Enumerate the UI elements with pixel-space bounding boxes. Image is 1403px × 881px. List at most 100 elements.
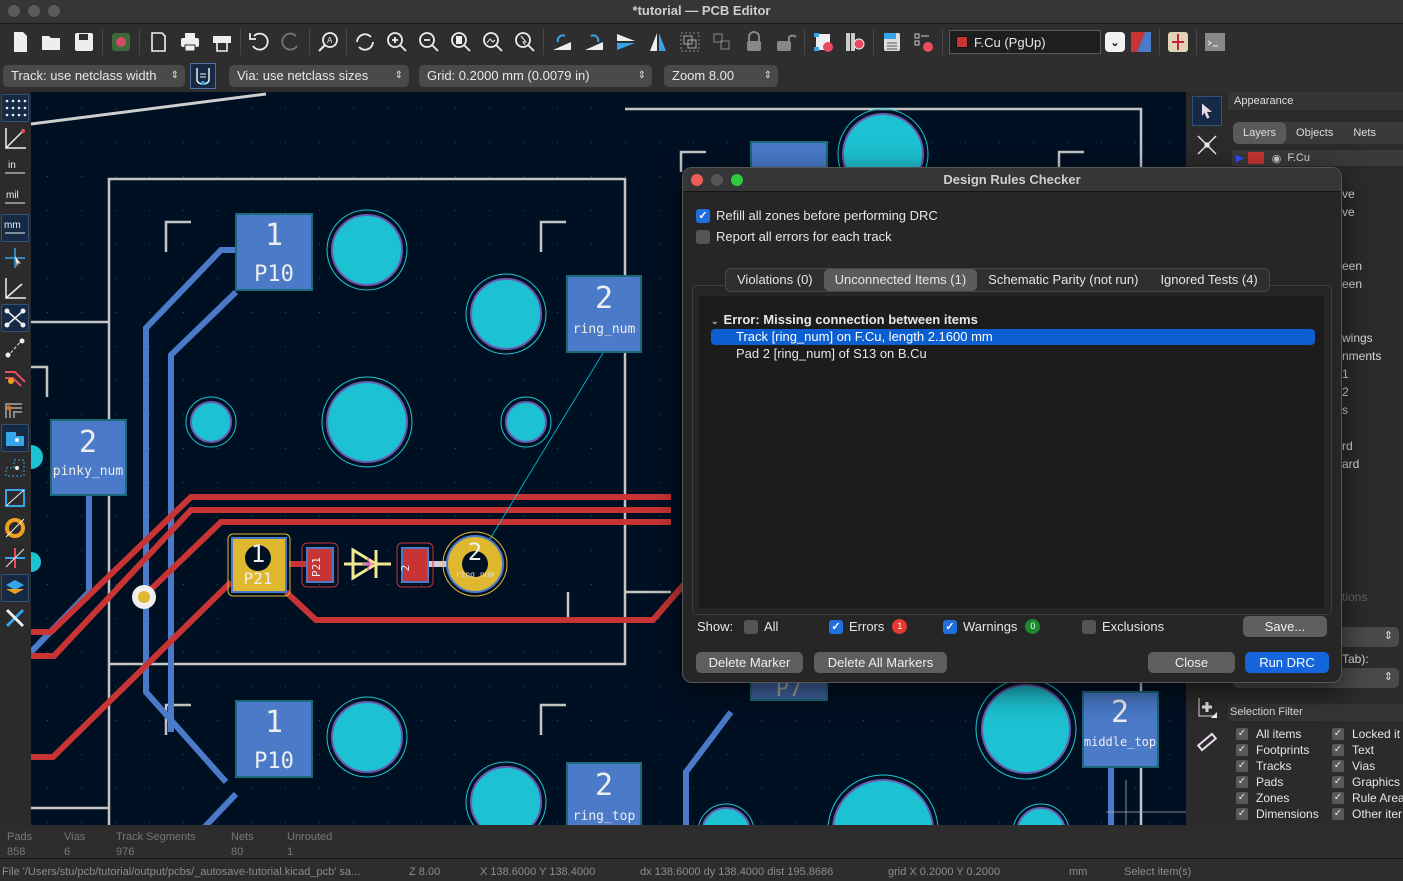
curved-ratsnest-icon[interactable] [1, 334, 29, 362]
pad-fill-icon[interactable] [1, 424, 29, 452]
checkbox-checked[interactable]: ✓ [1332, 760, 1344, 772]
measure-tool-icon[interactable] [1192, 727, 1222, 757]
select-tool-icon[interactable] [1192, 96, 1222, 126]
pad-p10-top[interactable]: 1 P10 [235, 213, 313, 291]
list-item-track[interactable]: Track [ring_num] on F.Cu, length 2.1600 … [711, 329, 1315, 345]
show-all-checkbox[interactable] [744, 619, 758, 634]
mils-icon[interactable]: mil [1, 184, 29, 212]
pad-pinky-num[interactable]: 2 pinky_num [50, 419, 127, 496]
report-all-errors-option[interactable]: Report all errors for each track [696, 229, 892, 244]
tab-violations[interactable]: Violations (0) [726, 269, 824, 291]
redo-icon[interactable] [275, 27, 307, 57]
save-button[interactable]: Save... [1243, 616, 1327, 637]
via-outline-icon[interactable] [1, 514, 29, 542]
polar-coords-icon[interactable] [1, 124, 29, 152]
filter-tracks[interactable]: ✓ Tracks [1236, 759, 1292, 773]
show-warnings-checkbox[interactable]: ✓ [943, 619, 957, 634]
zoom-objects-icon[interactable] [477, 27, 509, 57]
layer-manager-icon[interactable] [1, 574, 29, 602]
checkbox-checked[interactable]: ✓ [1332, 792, 1344, 804]
tab-schematic-parity[interactable]: Schematic Parity (not run) [977, 269, 1149, 291]
checkbox-checked[interactable]: ✓ [1236, 728, 1248, 740]
zoom-select[interactable]: Zoom 8.00 ⇕ [664, 65, 778, 87]
minimize-window-button[interactable] [28, 5, 40, 17]
millimeters-icon[interactable]: mm [1, 214, 29, 242]
layer-pair-icon[interactable] [1125, 27, 1157, 57]
checkbox-checked[interactable]: ✓ [1236, 760, 1248, 772]
zoom-window-button[interactable] [48, 5, 60, 17]
filter-other-items[interactable]: ✓ Other iter [1332, 807, 1402, 821]
filter-text[interactable]: ✓ Text [1332, 743, 1374, 757]
filter-footprints[interactable]: ✓ Footprints [1236, 743, 1309, 757]
zoom-selection-icon[interactable] [509, 27, 541, 57]
refresh-icon[interactable] [349, 27, 381, 57]
via[interactable] [132, 585, 156, 609]
inches-icon[interactable]: in [1, 154, 29, 182]
error-group-row[interactable]: ⌄ Error: Missing connection between items [711, 312, 978, 328]
footprint-editor-icon[interactable] [807, 27, 839, 57]
grid-origin-icon[interactable] [1192, 693, 1222, 723]
dialog-close-button[interactable] [691, 174, 703, 186]
lock-icon[interactable] [738, 27, 770, 57]
close-window-button[interactable] [8, 5, 20, 17]
layer-selector[interactable]: F.Cu (PgUp) [949, 30, 1101, 54]
flip-icon[interactable] [610, 27, 642, 57]
ungroup-icon[interactable] [706, 27, 738, 57]
filter-graphics[interactable]: ✓ Graphics [1332, 775, 1400, 789]
checkbox-checked[interactable]: ✓ [1332, 776, 1344, 788]
checkbox-checked[interactable]: ✓ [1332, 744, 1344, 756]
save-icon[interactable] [68, 27, 100, 57]
close-button[interactable]: Close [1148, 652, 1235, 673]
dialog-zoom-button[interactable] [731, 174, 743, 186]
refill-zones-checkbox[interactable]: ✓ [696, 208, 710, 223]
track-highlight-icon[interactable] [1, 364, 29, 392]
layer-color-swatch[interactable] [1247, 152, 1264, 164]
show-exclusions-checkbox[interactable] [1082, 619, 1096, 634]
filter-dimensions[interactable]: ✓ Dimensions [1236, 807, 1319, 821]
checkbox-checked[interactable]: ✓ [1332, 808, 1344, 820]
local-ratsnest-icon[interactable] [1192, 130, 1222, 160]
chevron-down-icon[interactable]: ⌄ [1105, 32, 1125, 52]
unlock-icon[interactable] [770, 27, 802, 57]
show-warnings-option[interactable]: ✓ Warnings 0 [943, 619, 1041, 634]
board-setup-icon[interactable] [105, 27, 137, 57]
zoom-fit-icon[interactable] [445, 27, 477, 57]
refill-zones-option[interactable]: ✓ Refill all zones before performing DRC [696, 208, 938, 223]
delete-all-markers-button[interactable]: Delete All Markers [814, 652, 947, 673]
angle-snap-icon[interactable] [1, 274, 29, 302]
filter-locked-items[interactable]: ✓ Locked it [1332, 727, 1400, 741]
chevron-down-icon[interactable]: ⌄ [711, 316, 719, 326]
eye-icon[interactable]: ◉ [1272, 152, 1282, 165]
delete-marker-button[interactable]: Delete Marker [696, 652, 803, 673]
pad-outline-icon[interactable] [1, 454, 29, 482]
grid-select[interactable]: Grid: 0.2000 mm (0.0079 in) ⇕ [419, 65, 652, 87]
zoom-out-icon[interactable] [413, 27, 445, 57]
rotate-ccw-icon[interactable] [546, 27, 578, 57]
find-icon[interactable]: A [312, 27, 344, 57]
via-size-select[interactable]: Via: use netclass sizes ⇕ [229, 65, 409, 87]
report-all-errors-checkbox[interactable] [696, 229, 710, 244]
checkbox-checked[interactable]: ✓ [1332, 728, 1344, 740]
tab-layers[interactable]: Layers [1233, 122, 1287, 144]
drc-icon[interactable] [908, 27, 940, 57]
filter-pads[interactable]: ✓ Pads [1236, 775, 1283, 789]
track-width-lock-icon[interactable] [190, 63, 216, 89]
run-drc-button[interactable]: Run DRC [1245, 652, 1329, 673]
show-errors-option[interactable]: ✓ Errors 1 [829, 619, 908, 634]
via-display-icon[interactable] [1, 394, 29, 422]
show-errors-checkbox[interactable]: ✓ [829, 619, 843, 634]
pad-p10-bottom[interactable]: 1 P10 [235, 700, 313, 778]
tab-objects[interactable]: Objects [1286, 122, 1343, 144]
unconnected-items-list[interactable]: ⌄ Error: Missing connection between items… [699, 296, 1324, 608]
tab-unconnected-items[interactable]: Unconnected Items (1) [823, 269, 978, 291]
properties-icon[interactable] [1, 604, 29, 632]
rotate-cw-icon[interactable] [578, 27, 610, 57]
schematic-editor-icon[interactable] [1162, 27, 1194, 57]
print-icon[interactable] [174, 27, 206, 57]
filter-rule-areas[interactable]: ✓ Rule Area [1332, 791, 1403, 805]
pad-middle-top[interactable]: 2 middle_top [1082, 691, 1159, 768]
pad-ring-top[interactable]: 2 ring_top [566, 762, 642, 825]
page-settings-icon[interactable] [142, 27, 174, 57]
open-icon[interactable] [36, 27, 68, 57]
tab-nets[interactable]: Nets [1343, 122, 1386, 144]
